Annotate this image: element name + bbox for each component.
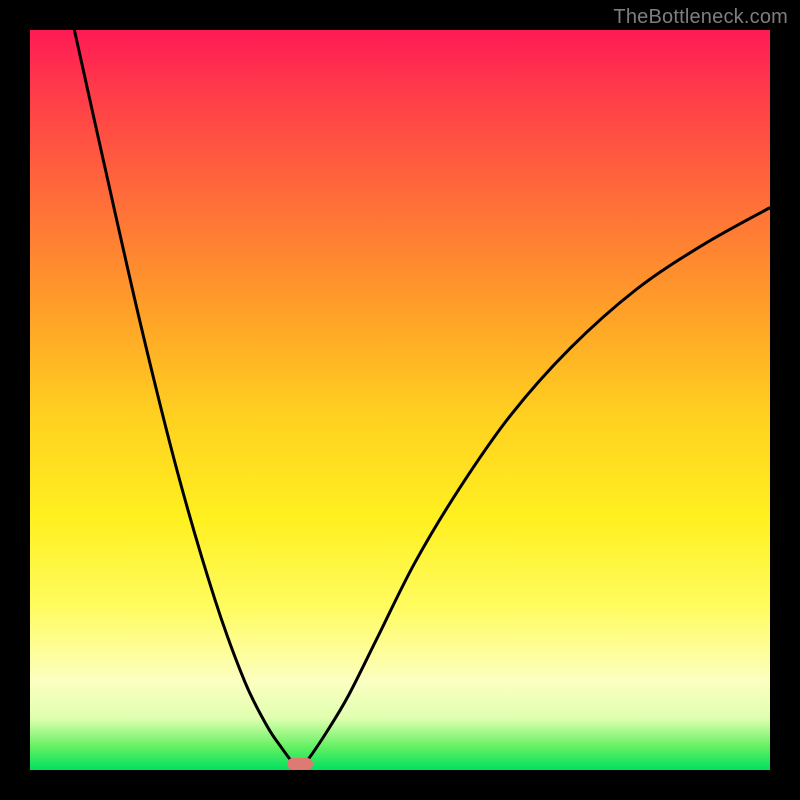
minimum-marker xyxy=(287,758,313,770)
watermark-text: TheBottleneck.com xyxy=(613,6,788,29)
bottleneck-curve xyxy=(30,30,770,770)
curve-right-branch xyxy=(300,208,770,770)
chart-plot-area xyxy=(30,30,770,770)
curve-left-branch xyxy=(74,30,300,770)
